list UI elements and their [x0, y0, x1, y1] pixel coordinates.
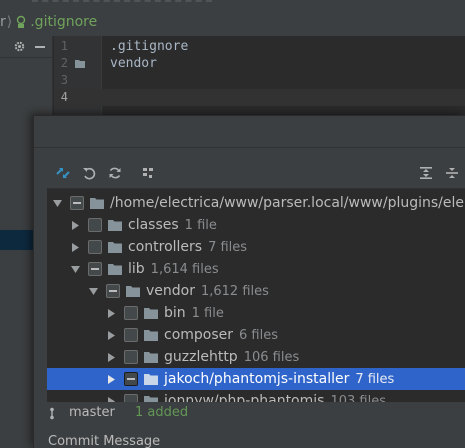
folder-icon	[144, 307, 158, 319]
folder-icon	[108, 219, 122, 231]
collapsed-arrow-icon[interactable]	[70, 242, 80, 252]
rollback-icon[interactable]	[80, 164, 98, 182]
collapsed-arrow-icon[interactable]	[106, 374, 116, 384]
commit-message-label: Commit Message	[48, 434, 161, 448]
tree-node[interactable]: lib 1,614 files	[47, 258, 465, 280]
include-checkbox[interactable]	[106, 284, 120, 298]
include-checkbox[interactable]	[124, 306, 138, 320]
folder-icon	[90, 197, 104, 209]
folder-icon	[108, 263, 122, 275]
tree-node[interactable]: composer 6 files	[47, 324, 465, 346]
include-checkbox[interactable]	[88, 262, 102, 276]
editor-line[interactable]: 1 .gitignore	[54, 38, 465, 55]
file-count: 1 file	[184, 217, 217, 233]
tree-node[interactable]: jonnyw/php-phantomjs 103 files	[47, 390, 465, 402]
file-count: 1,614 files	[150, 261, 219, 277]
file-count: 1,612 files	[200, 283, 269, 299]
window-top-strip	[0, 0, 465, 8]
include-checkbox[interactable]	[124, 350, 138, 364]
tree-node[interactable]: /home/electrica/www/parser.local/www/plu…	[47, 192, 465, 214]
gear-icon[interactable]	[13, 40, 26, 53]
expand-all-icon[interactable]	[417, 164, 435, 182]
collapsed-arrow-icon[interactable]	[106, 330, 116, 340]
include-checkbox[interactable]	[88, 240, 102, 254]
include-checkbox[interactable]	[88, 218, 102, 232]
branch-icon	[50, 407, 54, 420]
tree-node[interactable]: jakoch/phantomjs-installer 7 files	[47, 368, 465, 390]
file-count: 7 files	[355, 371, 395, 387]
commit-dialog: /home/electrica/www/parser.local/www/plu…	[33, 115, 465, 448]
editor-line[interactable]: 2 vendor	[54, 55, 465, 72]
tree-node[interactable]: bin 1 file	[47, 302, 465, 324]
tree-node-label: classes	[128, 217, 179, 233]
tree-node-label: guzzlehttp	[164, 349, 238, 365]
line-number: 2	[60, 56, 68, 70]
editor-line[interactable]: 3	[54, 72, 465, 89]
branch-name: master	[69, 405, 115, 420]
refresh-icon[interactable]	[106, 164, 124, 182]
expanded-arrow-icon[interactable]	[70, 264, 80, 274]
added-count: 1 added	[135, 405, 189, 420]
minimize-icon[interactable]	[34, 41, 46, 53]
breadcrumb-separator: ⟩	[6, 14, 13, 30]
file-count: 6 files	[239, 327, 278, 343]
tree-node[interactable]: classes 1 file	[47, 214, 465, 236]
tree-node-label: /home/electrica/www/parser.local/www/plu…	[110, 195, 465, 211]
file-count: 7 files	[208, 239, 248, 255]
tree-node-label: jonnyw/php-phantomjs	[164, 393, 325, 402]
collapsed-arrow-icon[interactable]	[106, 308, 116, 318]
tree-node[interactable]: controllers 7 files	[47, 236, 465, 258]
line-number: 4	[60, 90, 68, 104]
breadcrumb: r ⟩ .gitignore	[0, 8, 465, 36]
tree-node-label: lib	[128, 261, 145, 277]
editor-line-current[interactable]: 4	[54, 89, 465, 106]
file-count: 103 files	[330, 393, 386, 403]
tree-node-label: bin	[164, 305, 186, 321]
tree-node-label: vendor	[146, 283, 195, 299]
folder-icon	[144, 373, 158, 385]
folder-icon	[126, 285, 140, 297]
breadcrumb-file-label: .gitignore	[30, 14, 98, 30]
line-text: vendor	[110, 56, 157, 71]
collapsed-arrow-icon[interactable]	[70, 220, 80, 230]
folder-icon	[144, 351, 158, 363]
breadcrumb-file[interactable]: .gitignore	[16, 14, 97, 30]
expanded-arrow-icon[interactable]	[52, 198, 62, 208]
expanded-arrow-icon[interactable]	[88, 286, 98, 296]
folder-marker-icon	[75, 60, 85, 68]
collapsed-arrow-icon[interactable]	[106, 352, 116, 362]
line-text: .gitignore	[110, 39, 189, 54]
project-panel-header	[0, 36, 52, 58]
folder-icon	[144, 329, 158, 341]
gitignore-file-icon	[17, 15, 26, 28]
line-number: 3	[60, 73, 68, 87]
file-count: 106 files	[243, 349, 300, 365]
commit-status-line: master 1 added	[34, 402, 465, 424]
dialog-title-bar[interactable]	[34, 116, 465, 148]
project-tree-selection[interactable]	[0, 230, 36, 250]
include-checkbox[interactable]	[124, 372, 138, 386]
show-diff-icon[interactable]	[54, 164, 72, 182]
include-checkbox[interactable]	[124, 394, 138, 402]
changes-toolbar	[34, 160, 465, 186]
tree-node-label: jakoch/phantomjs-installer	[164, 371, 350, 387]
tree-node-label: controllers	[128, 239, 203, 255]
file-count: 1 file	[191, 305, 224, 321]
folder-icon	[108, 241, 122, 253]
group-by-icon[interactable]	[140, 164, 158, 182]
tree-node-label: composer	[164, 327, 234, 343]
include-checkbox[interactable]	[70, 196, 84, 210]
tree-node[interactable]: vendor 1,612 files	[47, 280, 465, 302]
collapse-all-icon[interactable]	[443, 164, 461, 182]
tree-node[interactable]: guzzlehttp 106 files	[47, 346, 465, 368]
include-checkbox[interactable]	[124, 328, 138, 342]
changes-tree[interactable]: /home/electrica/www/parser.local/www/plu…	[47, 188, 465, 402]
breadcrumb-parent[interactable]: r	[0, 14, 6, 30]
line-number: 1	[60, 39, 68, 53]
